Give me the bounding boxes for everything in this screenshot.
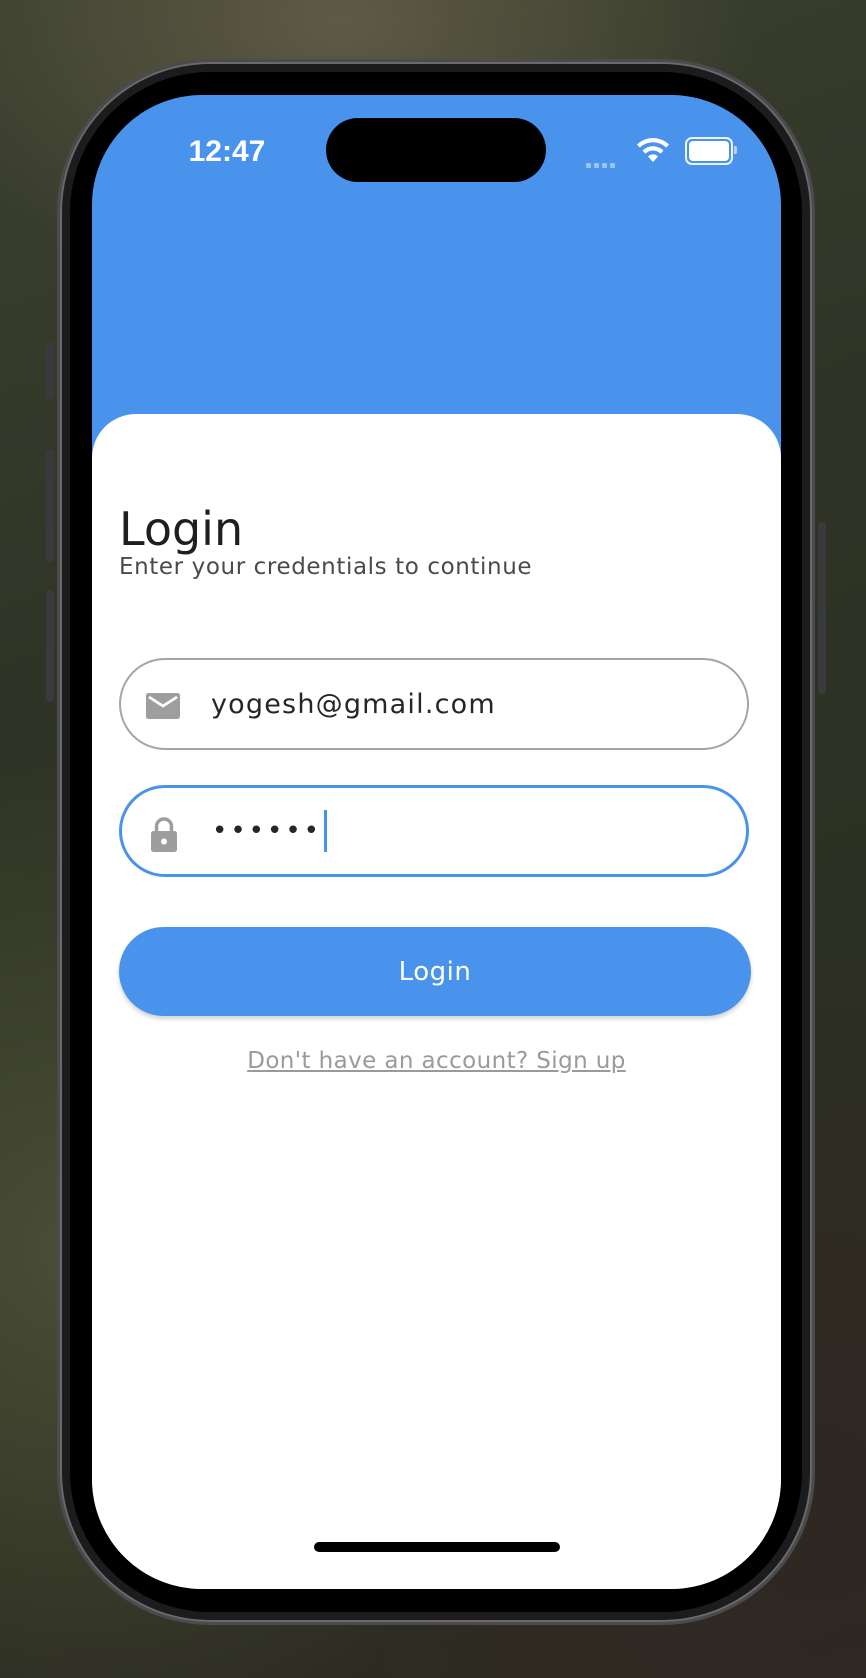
password-field[interactable]: •••••• — [119, 785, 749, 877]
login-card: Login Enter your credentials to continue… — [92, 414, 781, 1589]
phone-frame: 12:47 Login Enter your credentials to co — [46, 62, 826, 1622]
home-indicator[interactable] — [314, 1542, 560, 1552]
cellular-signal-icon — [586, 155, 618, 173]
screen: 12:47 Login Enter your credentials to co — [92, 95, 781, 1589]
battery-icon — [685, 137, 737, 165]
text-caret — [324, 810, 328, 852]
lock-icon — [151, 817, 177, 852]
volume-down-button — [46, 590, 54, 702]
phone-bezel: 12:47 Login Enter your credentials to co — [70, 72, 802, 1612]
login-button[interactable]: Login — [119, 927, 751, 1016]
wifi-icon — [637, 138, 669, 162]
mail-icon — [146, 693, 180, 719]
password-mask: •••••• — [212, 816, 323, 846]
volume-up-button — [46, 450, 54, 562]
signup-link[interactable]: Don't have an account? Sign up — [92, 1048, 781, 1074]
email-field[interactable]: yogesh@gmail.com — [119, 658, 749, 750]
status-bar: 12:47 — [92, 95, 781, 205]
email-value: yogesh@gmail.com — [211, 688, 496, 720]
page-subtitle: Enter your credentials to continue — [119, 554, 533, 580]
password-value: •••••• — [212, 788, 328, 874]
status-time: 12:47 — [188, 135, 266, 168]
dynamic-island — [326, 118, 546, 182]
action-button — [46, 342, 54, 398]
power-button — [818, 522, 826, 694]
page-title: Login — [119, 502, 244, 556]
